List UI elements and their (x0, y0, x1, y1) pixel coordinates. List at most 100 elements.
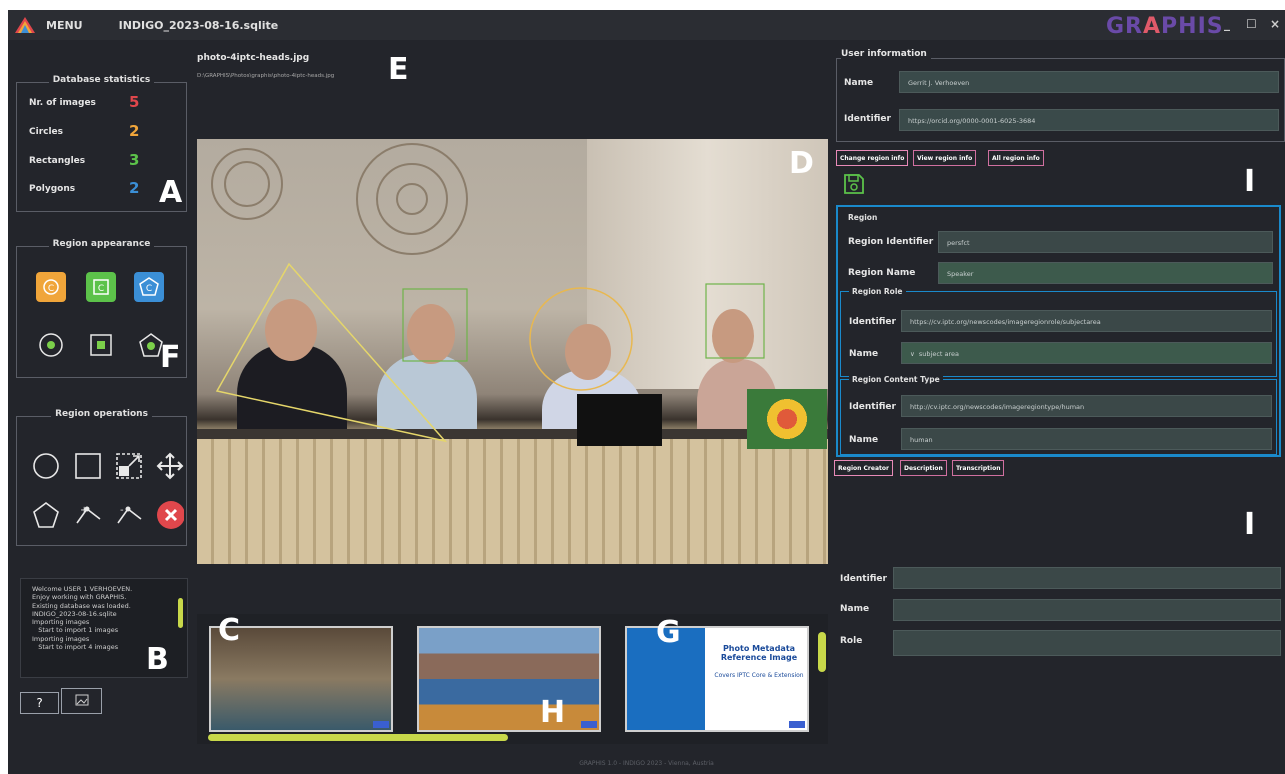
app-window: MENU INDIGO_2023-08-16.sqlite GRAPHIS _ … (8, 10, 1285, 774)
thumbnail-2[interactable] (417, 626, 601, 732)
user-name-field[interactable]: Gerrit J. Verhoeven (899, 71, 1279, 93)
region-role-group: Region Role Identifier https://cv.iptc.o… (840, 287, 1277, 377)
thumbnail-badge (373, 721, 389, 728)
database-statistics-title: Database statistics (48, 75, 155, 85)
creator-name-label: Name (840, 604, 870, 614)
rectangle-region-1 (402, 288, 468, 362)
callout-letter-g: G (656, 615, 681, 650)
callout-letter-h: H (540, 695, 566, 730)
circle-region (529, 287, 633, 391)
thumbnail-horizontal-scrollbar[interactable] (208, 734, 508, 741)
polygon-style-icon[interactable]: C (134, 272, 164, 302)
image-file-path: D:\GRAPHIS\Photos\graphis\photo-4iptc-he… (197, 73, 335, 79)
tab-all-region-info[interactable]: All region info (988, 150, 1044, 166)
callout-letter-a: A (159, 175, 183, 210)
tab-view-region-info[interactable]: View region info (913, 150, 977, 166)
close-button[interactable]: × (1270, 17, 1280, 31)
tab-change-region-info[interactable]: Change region info (836, 150, 909, 166)
add-vertex-icon[interactable]: + (74, 501, 102, 529)
content-type-name-field[interactable]: human (901, 428, 1272, 450)
region-identifier-label: Region Identifier (848, 237, 934, 247)
thumbnail-vertical-scrollbar[interactable] (818, 632, 826, 672)
status-bar: GRAPHIS 1.0 - INDIGO 2023 - Vienna, Aust… (579, 760, 714, 767)
remove-vertex-icon[interactable]: - (115, 501, 143, 529)
circle-style-icon[interactable]: C (36, 272, 66, 302)
image-canvas[interactable]: D (197, 139, 828, 564)
callout-letter-i-bottom: I (1244, 507, 1256, 542)
svg-text:C: C (48, 284, 54, 294)
region-info-panel: Region Region Identifier persfct Region … (836, 205, 1281, 457)
region-role-title: Region Role (849, 287, 906, 296)
rectangle-handle-icon[interactable] (87, 331, 115, 359)
save-icon[interactable] (842, 172, 866, 200)
region-name-label: Region Name (848, 268, 916, 278)
image-file-name: photo-4iptc-heads.jpg (197, 53, 310, 63)
stat-label-images: Nr. of images (29, 98, 96, 108)
stat-label-polygons: Polygons (29, 184, 76, 194)
log-scrollbar[interactable] (178, 598, 183, 628)
user-information-panel: User information Name Gerrit J. Verhoeve… (836, 49, 1285, 142)
move-region-icon[interactable] (156, 452, 184, 480)
user-identifier-label: Identifier (844, 114, 891, 124)
user-name-label: Name (844, 78, 874, 88)
tab-transcription[interactable]: Transcription (952, 460, 1005, 476)
region-operations-title: Region operations (51, 409, 152, 419)
draw-polygon-icon[interactable] (32, 501, 60, 529)
callout-letter-d: D (789, 146, 814, 181)
region-role-identifier-label: Identifier (849, 317, 896, 327)
thumbnail-3-subtitle: Covers IPTC Core & Extension (714, 672, 804, 679)
polygon-region (215, 262, 448, 443)
minimize-button[interactable]: _ (1224, 17, 1230, 31)
region-role-name-label: Name (849, 349, 879, 359)
delete-region-icon[interactable] (156, 501, 184, 529)
resize-region-icon[interactable] (115, 452, 143, 480)
help-button[interactable]: ? (20, 692, 59, 714)
draw-rectangle-icon[interactable] (74, 452, 102, 480)
user-identifier-field[interactable]: https://orcid.org/0000-0001-6025-3684 (899, 109, 1279, 131)
thumbnail-badge (581, 721, 597, 728)
stat-label-rectangles: Rectangles (29, 156, 86, 166)
region-operations-panel: Region operations + - (16, 409, 187, 546)
thumbnail-badge (789, 721, 805, 728)
maximize-button[interactable]: ☐ (1246, 17, 1257, 31)
chevron-down-icon: ∨ (910, 350, 919, 358)
creator-identifier-field[interactable] (893, 567, 1281, 589)
thumbnail-3[interactable]: Photo Metadata Reference Image Covers IP… (625, 626, 809, 732)
creator-role-field[interactable] (893, 630, 1281, 656)
region-title: Region (848, 213, 878, 222)
rectangle-style-icon[interactable]: C (86, 272, 116, 302)
content-type-identifier-label: Identifier (849, 402, 896, 412)
content-type-name-label: Name (849, 435, 879, 445)
callout-letter-f: F (160, 340, 181, 375)
svg-text:C: C (146, 284, 152, 294)
thumbnail-strip: Photo Metadata Reference Image Covers IP… (197, 614, 828, 744)
region-role-identifier-field[interactable]: https://cv.iptc.org/newscodes/imageregio… (901, 310, 1272, 332)
callout-letter-c: C (218, 613, 241, 648)
callout-letter-b: B (146, 642, 169, 677)
svg-text:C: C (98, 284, 104, 294)
region-role-name-select[interactable]: ∨ subject area (901, 342, 1272, 364)
tab-description[interactable]: Description (900, 460, 947, 476)
region-overlays (215, 262, 765, 443)
rectangle-region-2 (705, 283, 765, 359)
circle-handle-icon[interactable] (37, 331, 65, 359)
brand-logo: GRAPHIS (1106, 14, 1224, 39)
image-button[interactable] (61, 688, 102, 714)
user-information-title: User information (841, 49, 931, 59)
app-logo-icon (14, 16, 36, 34)
menu-button[interactable]: MENU (46, 19, 83, 32)
tab-region-creator[interactable]: Region Creator (834, 460, 893, 476)
callout-letter-e: E (388, 52, 409, 87)
content-type-identifier-field[interactable]: http://cv.iptc.org/newscodes/imageregion… (901, 395, 1272, 417)
stat-value-polygons: 2 (129, 179, 140, 197)
region-name-field[interactable]: Speaker (938, 262, 1273, 284)
creator-name-field[interactable] (893, 599, 1281, 621)
stat-value-images: 5 (129, 93, 140, 111)
stat-value-circles: 2 (129, 122, 140, 140)
region-identifier-field[interactable]: persfct (938, 231, 1273, 253)
region-appearance-title: Region appearance (48, 239, 155, 249)
callout-letter-i-top: I (1244, 164, 1256, 199)
stat-label-circles: Circles (29, 127, 64, 137)
draw-circle-icon[interactable] (32, 452, 60, 480)
creator-role-label: Role (840, 636, 863, 646)
